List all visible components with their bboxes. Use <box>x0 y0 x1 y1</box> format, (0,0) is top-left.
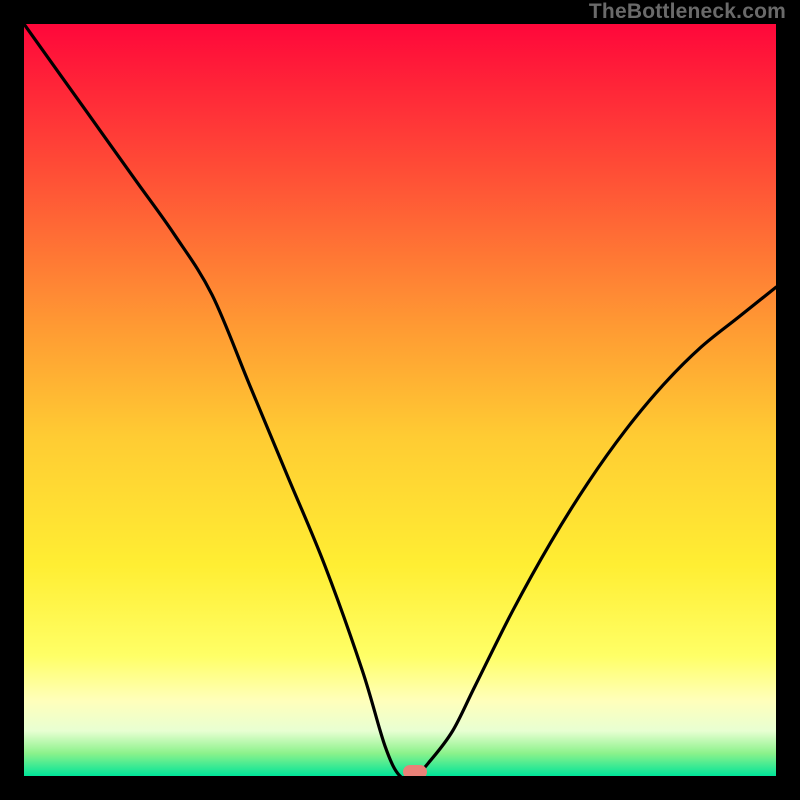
optimum-marker <box>403 765 427 776</box>
bottleneck-curve <box>24 24 776 776</box>
watermark-text: TheBottleneck.com <box>589 0 786 24</box>
chart-frame: TheBottleneck.com <box>0 0 800 800</box>
plot-area <box>24 24 776 776</box>
